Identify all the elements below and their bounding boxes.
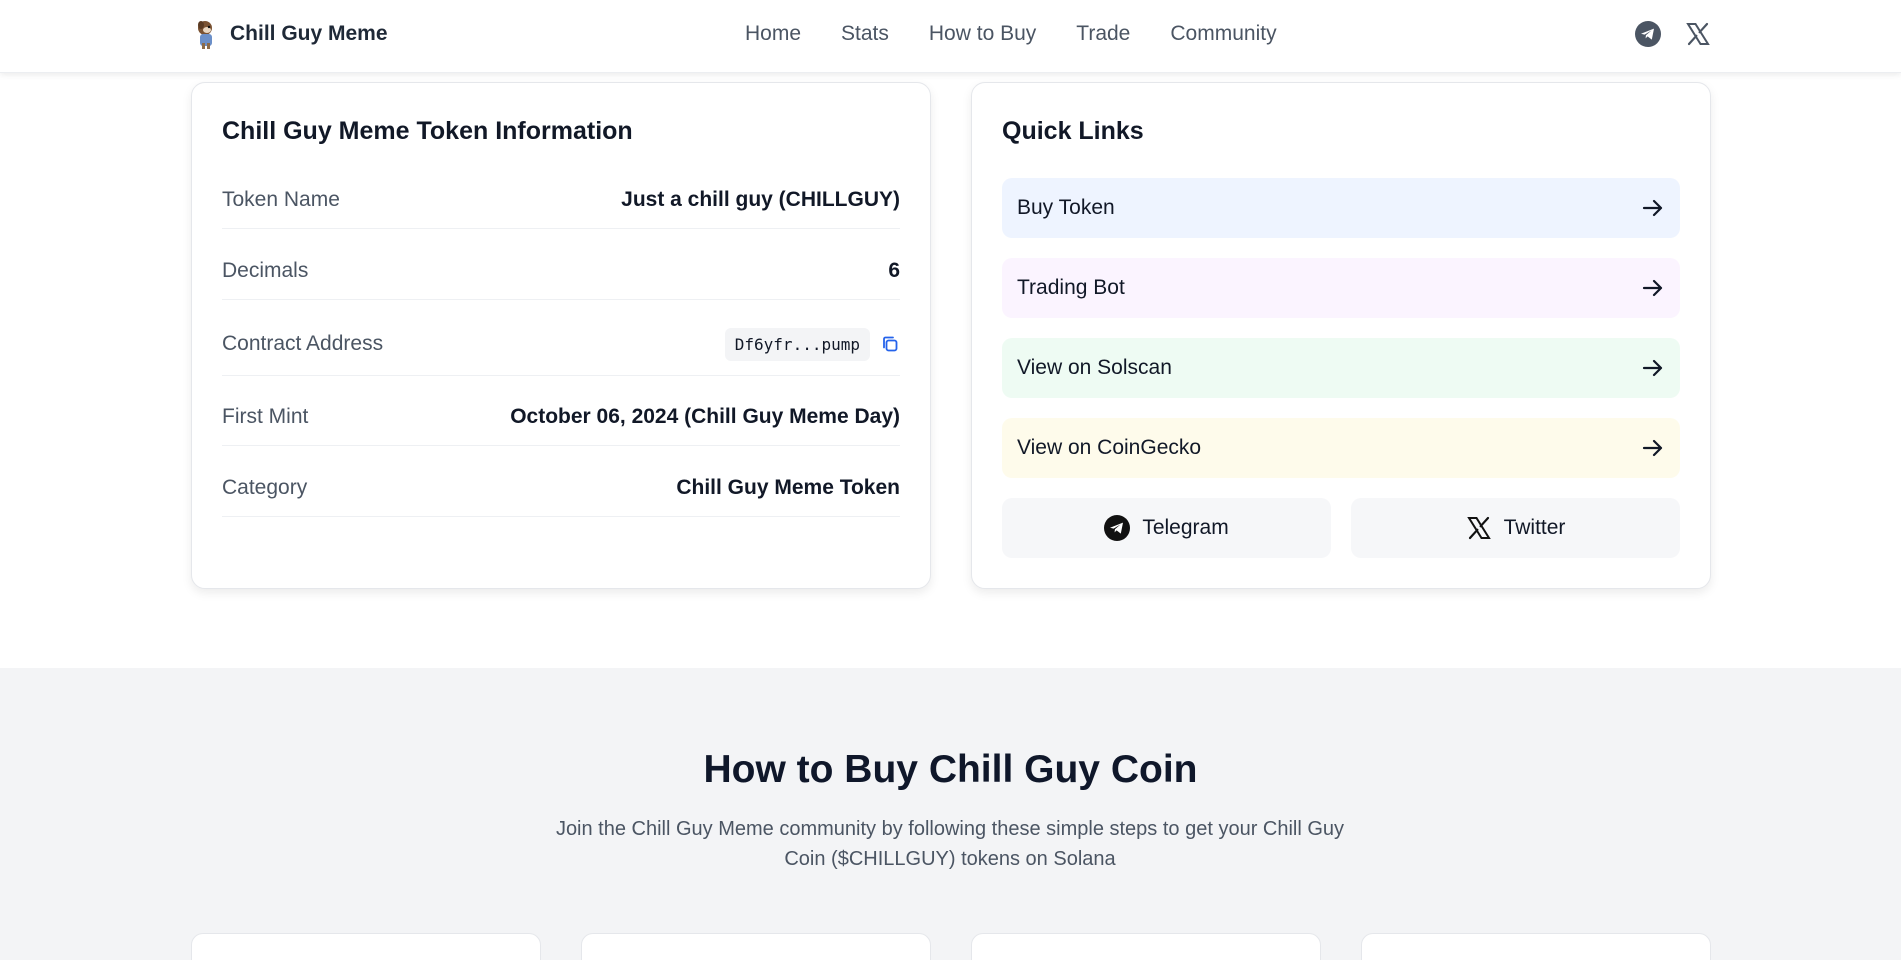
nav-how-to-buy[interactable]: How to Buy <box>929 20 1036 48</box>
view-on-solscan-link[interactable]: View on Solscan <box>1002 338 1680 398</box>
info-row-first-mint: First Mint October 06, 2024 (Chill Guy M… <box>222 388 900 446</box>
nav-community[interactable]: Community <box>1170 20 1276 48</box>
quick-link-label: View on CoinGecko <box>1017 436 1202 459</box>
step-card <box>581 933 931 960</box>
step-card <box>191 933 541 960</box>
how-to-buy-section: How to Buy Chill Guy Coin Join the Chill… <box>0 668 1901 960</box>
brand[interactable]: Chill Guy Meme <box>194 18 388 50</box>
header-social-links <box>1635 21 1711 47</box>
trading-bot-link[interactable]: Trading Bot <box>1002 258 1680 318</box>
brand-name: Chill Guy Meme <box>230 22 388 45</box>
token-info-title: Chill Guy Meme Token Information <box>222 117 633 145</box>
view-on-coingecko-link[interactable]: View on CoinGecko <box>1002 418 1680 478</box>
arrow-right-icon <box>1640 435 1666 461</box>
quick-link-label: View on Solscan <box>1017 356 1172 379</box>
info-row-decimals: Decimals 6 <box>222 242 900 300</box>
telegram-label: Telegram <box>1142 516 1229 539</box>
contract-address-value[interactable]: Df6yfr...pump <box>724 327 870 361</box>
how-to-buy-title: How to Buy Chill Guy Coin <box>703 748 1198 791</box>
telegram-icon[interactable] <box>1635 21 1661 47</box>
info-label: First Mint <box>222 404 309 428</box>
token-info-card: Chill Guy Meme Token Information Token N… <box>191 82 931 589</box>
quick-link-label: Buy Token <box>1017 196 1115 219</box>
info-row-token-name: Token Name Just a chill guy (CHILLGUY) <box>222 171 900 229</box>
buy-token-link[interactable]: Buy Token <box>1002 178 1680 238</box>
contract-address-group: Df6yfr...pump <box>724 327 900 361</box>
step-card <box>971 933 1321 960</box>
twitter-label: Twitter <box>1503 516 1566 539</box>
info-value: Just a chill guy (CHILLGUY) <box>621 187 900 211</box>
telegram-button[interactable]: Telegram <box>1002 498 1331 558</box>
quick-links-title: Quick Links <box>1002 117 1144 145</box>
info-value: October 06, 2024 (Chill Guy Meme Day) <box>510 404 900 428</box>
nav-trade[interactable]: Trade <box>1076 20 1130 48</box>
copy-icon[interactable] <box>880 334 900 354</box>
chill-guy-logo-icon <box>194 19 218 49</box>
info-label: Category <box>222 475 308 499</box>
quick-link-label: Trading Bot <box>1017 276 1125 299</box>
how-to-buy-subtitle: Join the Chill Guy Meme community by fol… <box>555 818 1345 870</box>
site-header: Chill Guy Meme Home Stats How to Buy Tra… <box>0 0 1901 73</box>
main-nav: Home Stats How to Buy Trade Community <box>745 20 1277 48</box>
info-row-contract-address: Contract Address Df6yfr...pump <box>222 313 900 376</box>
info-value: Chill Guy Meme Token <box>676 475 900 499</box>
x-icon <box>1466 515 1492 541</box>
info-row-category: Category Chill Guy Meme Token <box>222 459 900 517</box>
arrow-right-icon <box>1640 195 1666 221</box>
info-label: Contract Address <box>222 332 384 355</box>
info-label: Decimals <box>222 258 309 282</box>
arrow-right-icon <box>1640 275 1666 301</box>
info-label: Token Name <box>222 187 340 211</box>
nav-stats[interactable]: Stats <box>841 20 889 48</box>
telegram-icon <box>1104 515 1131 541</box>
x-icon[interactable] <box>1685 21 1711 47</box>
arrow-right-icon <box>1640 355 1666 381</box>
nav-home[interactable]: Home <box>745 20 801 48</box>
twitter-button[interactable]: Twitter <box>1351 498 1680 558</box>
quick-links-card: Quick Links Buy Token Trading Bot View o… <box>971 82 1711 589</box>
info-value: 6 <box>888 258 900 282</box>
step-card <box>1361 933 1711 960</box>
